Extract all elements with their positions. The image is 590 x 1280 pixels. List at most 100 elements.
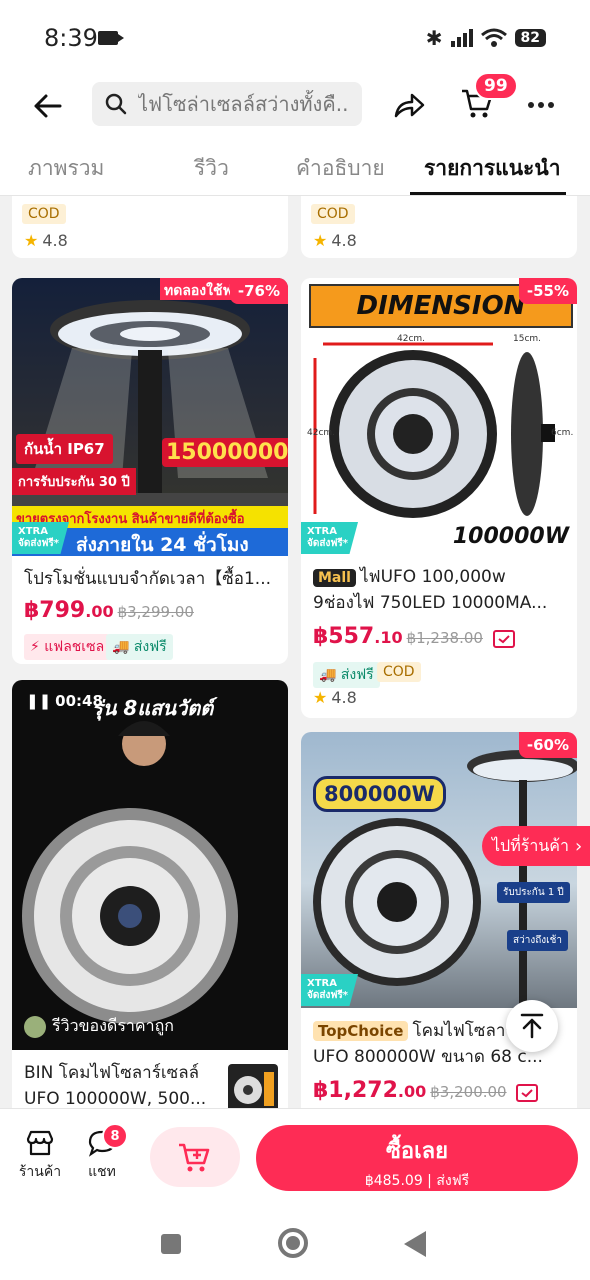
add-to-cart-button[interactable] bbox=[150, 1127, 240, 1187]
chat-badge: 8 bbox=[102, 1123, 128, 1149]
xtra-badge: XTRA จัดส่งฟรี* bbox=[301, 522, 359, 554]
shop-label: ร้านค้า bbox=[18, 1164, 62, 1180]
tab-description[interactable]: คำอธิบาย bbox=[296, 152, 385, 185]
video-camera-icon bbox=[98, 31, 124, 45]
star-icon: ★ bbox=[24, 231, 39, 250]
price-decimal: .00 bbox=[397, 1082, 427, 1101]
product-mini-thumb bbox=[228, 1064, 278, 1108]
chat-label: แชท bbox=[88, 1164, 116, 1180]
search-placeholder: ไฟโซล่าเซลล์สว่างทั้งคื... bbox=[138, 92, 348, 116]
buy-now-subtext: ฿485.09 | ส่งฟรี bbox=[364, 1173, 470, 1189]
home-icon[interactable] bbox=[278, 1228, 308, 1258]
xtra-text: XTRA bbox=[307, 978, 337, 989]
scroll-to-top-button[interactable] bbox=[506, 1000, 558, 1052]
go-to-shop-label: ไปที่ร้านค้า bbox=[492, 835, 569, 855]
rating-value: 4.8 bbox=[331, 231, 357, 250]
product-title-line-2: 9ช่องไฟ 750LED 10000MA... bbox=[313, 593, 548, 613]
cart-count-badge: 99 bbox=[474, 72, 518, 100]
product-card[interactable]: รุ่น 8แสนวัตต์ ❚❚ 00:48 รีวิวของดีราคาถูก… bbox=[12, 680, 288, 1108]
product-title: Mall ไฟUFO 100,000w bbox=[313, 564, 569, 591]
watt-label: 15000000W bbox=[162, 438, 288, 467]
title-line-1: โคมไฟโซลาร์ bbox=[412, 1021, 513, 1041]
price-original: ฿3,299.00 bbox=[117, 603, 194, 621]
price-original: ฿3,200.00 bbox=[430, 1083, 507, 1101]
status-icons: ✱ 82 bbox=[426, 26, 546, 50]
system-nav-bar bbox=[0, 1204, 590, 1280]
title-line-1: ไฟUFO 100,000w bbox=[359, 567, 506, 587]
more-options-icon[interactable] bbox=[528, 90, 558, 120]
tab-reviews[interactable]: รีวิว bbox=[194, 152, 229, 185]
chevron-right-icon: › bbox=[574, 835, 583, 857]
back-arrow-icon[interactable] bbox=[30, 88, 66, 124]
rating: ★ 4.8 bbox=[313, 231, 357, 250]
free-shipping-text: ส่งฟรี bbox=[133, 639, 167, 655]
free-shipping-tag: 🚚 ส่งฟรี bbox=[106, 634, 173, 660]
status-bar: 8:39 ✱ 82 bbox=[0, 0, 590, 78]
buy-now-button[interactable]: ซื้อเลย ฿485.09 | ส่งฟรี bbox=[256, 1125, 578, 1191]
back-icon[interactable] bbox=[404, 1231, 426, 1257]
video-thumbnail bbox=[22, 721, 238, 1024]
warranty-label: การรับประกัน 30 ปี bbox=[12, 468, 136, 495]
thickness-dimension: 6cm. bbox=[551, 428, 574, 438]
recents-icon[interactable] bbox=[161, 1234, 181, 1254]
product-video[interactable]: รุ่น 8แสนวัตต์ ❚❚ 00:48 รีวิวของดีราคาถูก bbox=[12, 680, 288, 1050]
price-decimal: .00 bbox=[85, 602, 114, 621]
product-image: 800000W รับประกัน 1 ปี สว่างถึงเช้า XTRA… bbox=[301, 732, 577, 1008]
cod-tag: COD bbox=[22, 204, 66, 224]
arrow-up-icon bbox=[520, 1013, 544, 1039]
buy-now-price: ฿485.09 bbox=[364, 1173, 423, 1189]
rating-value: 4.8 bbox=[42, 231, 68, 250]
cod-tag: COD bbox=[311, 204, 355, 224]
product-grid[interactable]: COD ★ 4.8 COD ★ 4.8 ทดลองใช้ฟรี กันน้ำ IP6… bbox=[0, 196, 590, 1108]
tab-recommended[interactable]: รายการแนะนำ bbox=[424, 152, 560, 185]
dimension-diagram bbox=[313, 342, 555, 518]
product-price: ฿557.10 ฿1,238.00 bbox=[313, 624, 515, 649]
xtra-badge: XTRA จัดส่งฟรี* bbox=[12, 522, 70, 554]
waterproof-label: กันน้ำ IP67 bbox=[16, 434, 113, 464]
go-to-shop-button[interactable]: ไปที่ร้านค้า › bbox=[482, 826, 590, 866]
watt-label: 800000W bbox=[313, 776, 446, 812]
price-main: ฿1,272 bbox=[313, 1078, 398, 1103]
voucher-icon bbox=[516, 1083, 539, 1102]
discount-badge: -55% bbox=[518, 278, 577, 304]
discount-badge: -60% bbox=[518, 732, 577, 758]
xtra-subtext: จัดส่งฟรี* bbox=[18, 538, 60, 549]
tab-overview[interactable]: ภาพรวม bbox=[28, 152, 104, 185]
search-icon bbox=[105, 93, 127, 115]
share-icon[interactable] bbox=[392, 88, 426, 122]
topchoice-badge: TopChoice bbox=[313, 1021, 409, 1041]
product-price: ฿1,272.00 ฿3,200.00 bbox=[313, 1078, 539, 1103]
duration-text: 00:48 bbox=[55, 692, 103, 710]
cod-tag: COD bbox=[377, 662, 421, 682]
ufo-lamp-illustration bbox=[313, 750, 577, 1008]
bluetooth-icon: ✱ bbox=[425, 26, 443, 50]
xtra-text: XTRA bbox=[307, 526, 337, 537]
warranty-label: รับประกัน 1 ปี bbox=[497, 882, 570, 903]
shop-button[interactable]: ร้านค้า bbox=[18, 1129, 62, 1183]
reviewer-info: รีวิวของดีราคาถูก bbox=[24, 1014, 174, 1039]
bottom-action-bar: ร้านค้า แชท 8 ซื้อเลย ฿485.09 | ส่งฟรี bbox=[0, 1108, 590, 1204]
price-main: ฿799 bbox=[24, 598, 86, 623]
wifi-icon bbox=[480, 28, 507, 47]
price-decimal: .10 bbox=[374, 628, 403, 647]
xtra-text: XTRA bbox=[18, 526, 48, 537]
product-card[interactable]: DIMENSION 42cm. 42cm. 15cm. 6cm. 100000W… bbox=[301, 278, 577, 718]
product-card[interactable]: ทดลองใช้ฟรี กันน้ำ IP67 การรับประกัน 30 … bbox=[12, 278, 288, 664]
product-title: โปรโมชั่นแบบจำกัดเวลา【ซื้อ1... bbox=[24, 569, 272, 589]
active-tab-indicator bbox=[410, 192, 566, 195]
tab-bar: ภาพรวม รีวิว คำอธิบาย รายการแนะนำ bbox=[0, 134, 590, 196]
watt-label: 100000W bbox=[452, 524, 569, 549]
product-card[interactable]: COD ★ 4.8 bbox=[12, 196, 288, 258]
product-image: ทดลองใช้ฟรี กันน้ำ IP67 การรับประกัน 30 … bbox=[12, 278, 288, 556]
free-shipping-text: ส่งฟรี bbox=[340, 667, 374, 683]
price-main: ฿557 bbox=[313, 624, 375, 649]
mini-lamp-icon bbox=[234, 1072, 274, 1106]
product-card[interactable]: COD ★ 4.8 bbox=[301, 196, 577, 258]
xtra-subtext: จัดส่งฟรี* bbox=[307, 990, 349, 1001]
pause-icon: ❚❚ bbox=[26, 692, 52, 710]
search-input[interactable]: ไฟโซล่าเซลล์สว่างทั้งคื... bbox=[92, 82, 362, 126]
signal-icon bbox=[450, 29, 473, 47]
rating: ★ 4.8 bbox=[313, 688, 357, 707]
buy-now-shipping: ส่งฟรี bbox=[436, 1173, 470, 1189]
product-title: TopChoice โคมไฟโซลาร์ bbox=[313, 1018, 513, 1044]
